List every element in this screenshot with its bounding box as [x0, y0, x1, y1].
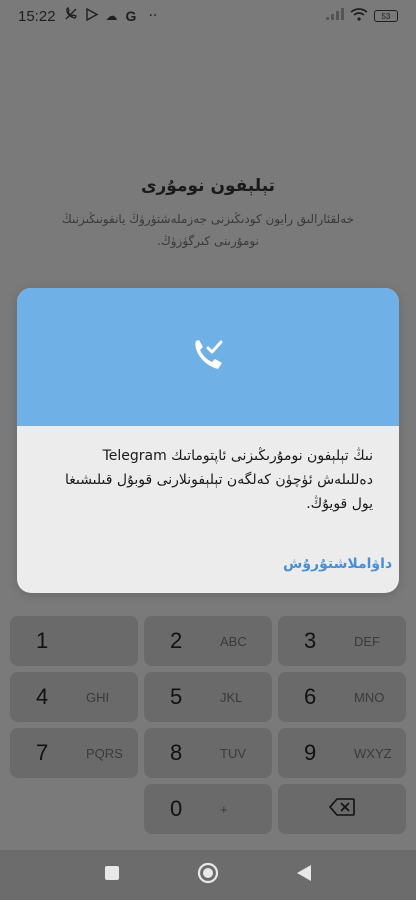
key-letters: ABC	[220, 633, 247, 649]
key-letters: GHI	[86, 689, 110, 705]
key-digit: 8	[170, 740, 183, 765]
page-subtitle: خەلقئارالىق رايون كودىڭىزنى جەزملەشتۈرۈڭ…	[61, 212, 355, 248]
key-letters: WXYZ	[354, 745, 392, 761]
battery-icon: 53	[374, 10, 398, 22]
circle-icon	[197, 862, 219, 888]
key-letters: TUV	[220, 745, 246, 761]
key-6[interactable]: 6 MNO	[278, 672, 406, 722]
more-dots-icon: ··	[148, 8, 158, 24]
page-title: تېلېفون نومۇرى	[140, 176, 276, 196]
home-button[interactable]	[196, 862, 220, 888]
key-digit: 4	[36, 684, 49, 709]
key-5[interactable]: 5 JKL	[144, 672, 272, 722]
key-9[interactable]: 9 WXYZ	[278, 728, 406, 778]
backspace-icon	[329, 798, 355, 820]
phone-check-icon	[188, 335, 228, 379]
wifi-icon	[350, 7, 368, 25]
g-icon: G	[125, 8, 137, 24]
status-right: 53	[326, 7, 398, 25]
backspace-key[interactable]	[278, 784, 406, 834]
status-time: 15:22	[18, 7, 56, 25]
dialog-message: نىڭ تېلېفون نومۇرىڭىزنى ئاپتوماتىك Teleg…	[64, 448, 373, 512]
key-digit: 0	[170, 796, 183, 821]
key-8[interactable]: 8 TUV	[144, 728, 272, 778]
keypad: 1 2 ABC 3 DEF 4 GHI 5 JKL 6 MNO 7 PQRS 8…	[10, 616, 406, 834]
key-digit: 6	[304, 684, 317, 709]
signal-icon	[326, 8, 344, 24]
key-digit: 1	[36, 628, 49, 653]
status-bar: 15:22 ☁ G ·· 53	[0, 0, 416, 32]
play-store-icon	[85, 7, 98, 25]
key-4[interactable]: 4 GHI	[10, 672, 138, 722]
key-letters: +	[220, 801, 228, 817]
no-call-icon	[64, 6, 78, 25]
triangle-back-icon	[296, 864, 312, 886]
key-0[interactable]: 0 +	[144, 784, 272, 834]
key-3[interactable]: 3 DEF	[278, 616, 406, 666]
call-permission-dialog: نىڭ تېلېفون نومۇرىڭىزنى ئاپتوماتىك Teleg…	[17, 288, 399, 593]
key-letters: JKL	[220, 689, 243, 705]
cloud-icon: ☁	[105, 9, 118, 23]
back-button[interactable]	[292, 863, 316, 887]
dialog-header	[17, 288, 399, 426]
key-letters: MNO	[354, 689, 385, 705]
key-letters: PQRS	[86, 745, 123, 761]
key-7[interactable]: 7 PQRS	[10, 728, 138, 778]
square-icon	[104, 865, 120, 885]
key-digit: 2	[170, 628, 183, 653]
key-1[interactable]: 1	[10, 616, 138, 666]
key-2[interactable]: 2 ABC	[144, 616, 272, 666]
key-digit: 3	[304, 628, 317, 653]
key-letters: DEF	[354, 633, 380, 649]
key-blank	[10, 784, 138, 834]
key-digit: 9	[304, 740, 317, 765]
nav-bar	[0, 850, 416, 900]
key-digit: 5	[170, 684, 183, 709]
recents-button[interactable]	[100, 863, 124, 887]
continue-button[interactable]: داۋاملاشتۇرۇش	[275, 552, 399, 576]
key-digit: 7	[36, 740, 49, 765]
status-left: 15:22 ☁ G ··	[18, 6, 158, 25]
